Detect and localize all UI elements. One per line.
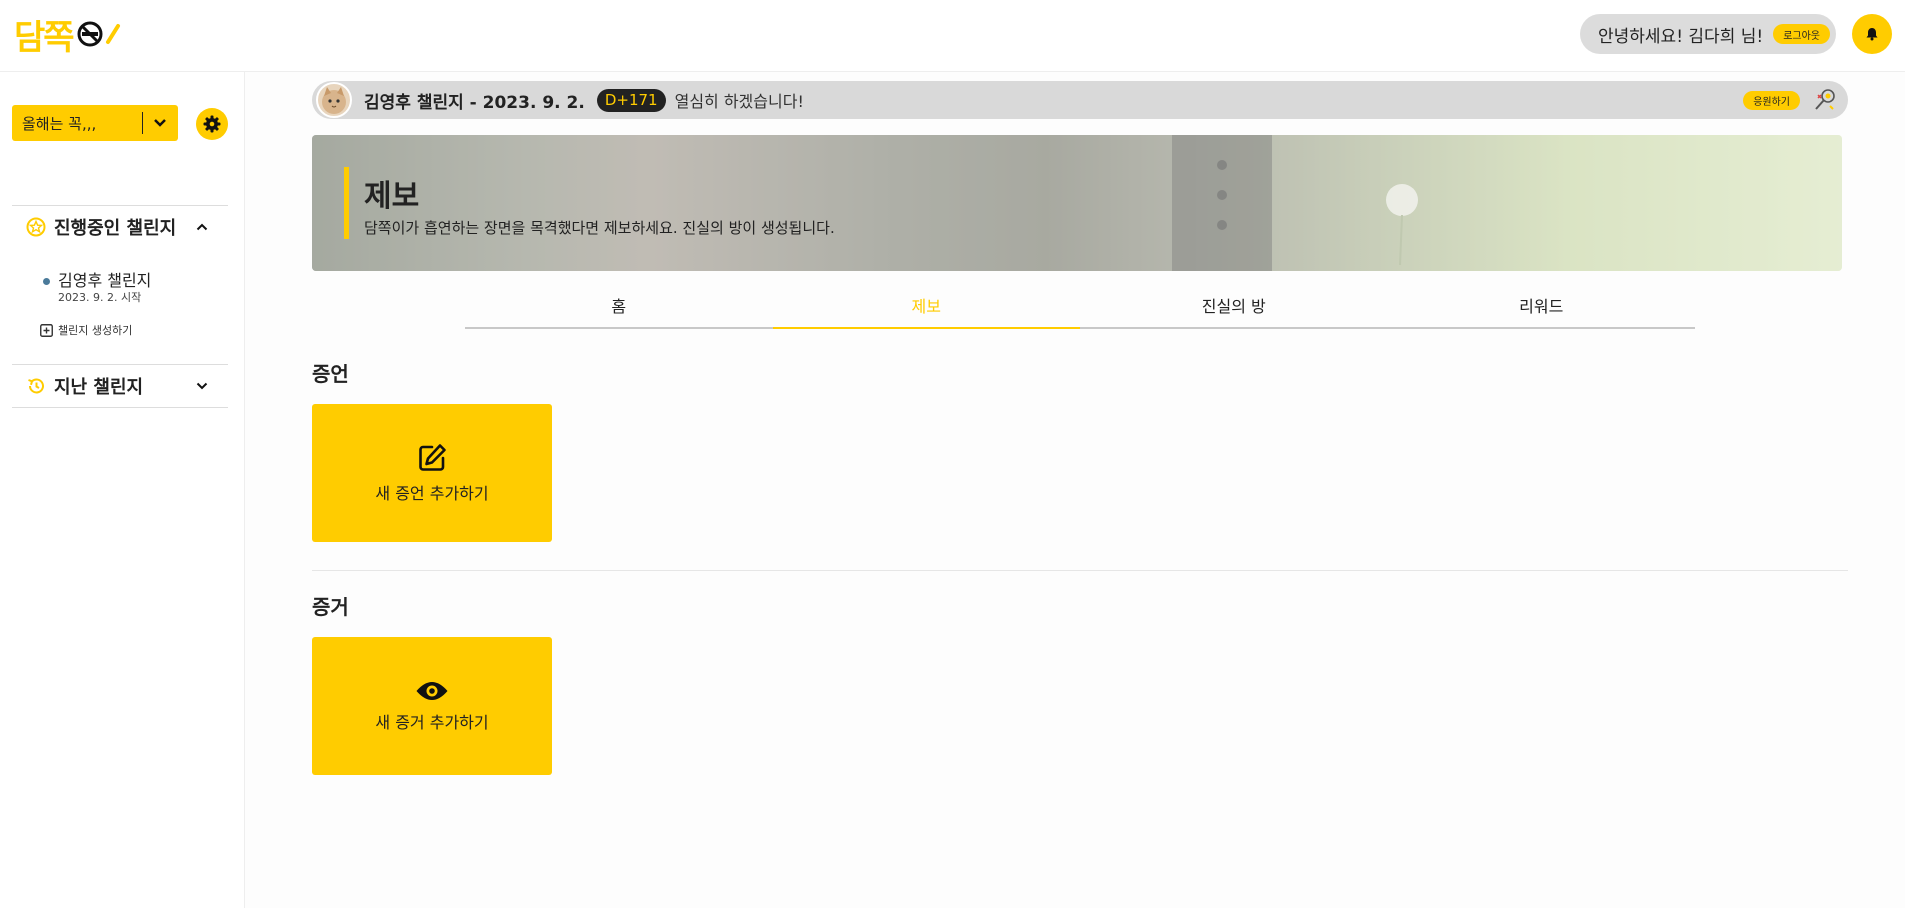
logout-button[interactable]: 로그아웃 (1773, 24, 1831, 44)
edit-icon (419, 444, 446, 471)
testimony-section-title: 증언 (312, 362, 349, 386)
create-challenge-button[interactable]: 챌린지 생성하기 (40, 322, 132, 338)
logo-accent-mark (105, 24, 120, 44)
challenge-list-item[interactable]: 김영후 챌린지 2023. 9. 2. 시작 (30, 267, 210, 307)
tab-reward[interactable]: 리워드 (1388, 283, 1696, 327)
evidence-section-title: 증거 (312, 595, 349, 619)
cheer-button[interactable]: 응원하기 (1743, 90, 1800, 110)
dday-badge: D+171 (596, 88, 666, 112)
sidebar: 올해는 꼭,,, 진행중인 챌린지 김영후 챌린지 2023. 9. 2. 시작… (0, 72, 245, 908)
tab-bar: 홈 제보 진실의 방 리워드 (465, 283, 1695, 329)
challenge-name: 김영후 챌린지 (58, 271, 152, 290)
challenge-message: 열심히 하겠습니다! (674, 92, 804, 111)
challenge-selector-label: 올해는 꼭,,, (22, 114, 97, 133)
bell-icon (1866, 28, 1878, 41)
page-subtitle: 담쪽이가 흡연하는 장면을 목격했다면 제보하세요. 진실의 방이 생성됩니다. (364, 219, 835, 237)
settings-button[interactable] (196, 108, 228, 140)
active-challenges-header[interactable]: 진행중인 챌린지 (12, 206, 228, 248)
tab-report[interactable]: 제보 (772, 283, 1081, 329)
notification-button[interactable] (1852, 14, 1892, 54)
no-smoking-icon (77, 21, 103, 47)
eye-icon (416, 682, 448, 700)
banner-overlay (312, 135, 1842, 271)
page-banner: 제보 담쪽이가 흡연하는 장면을 목격했다면 제보하세요. 진실의 방이 생성됩… (312, 135, 1842, 271)
logo-text: 담쪽 (14, 17, 75, 58)
past-challenges-label: 지난 챌린지 (54, 377, 144, 398)
status-dot (43, 278, 50, 285)
plus-square-icon (40, 323, 53, 337)
history-icon (28, 378, 44, 394)
add-testimony-label: 새 증언 추가하기 (375, 484, 489, 503)
cheer-icon[interactable] (1812, 87, 1838, 113)
tab-home[interactable]: 홈 (465, 283, 773, 327)
challenge-title: 김영후 챌린지 - 2023. 9. 2. (364, 92, 585, 113)
greeting-text: 안녕하세요! 김다희 님! (1598, 26, 1764, 47)
challenge-announcement-bar: 김영후 챌린지 - 2023. 9. 2. D+171 열심히 하겠습니다! 응… (312, 81, 1848, 119)
section-divider (312, 570, 1848, 571)
challenge-selector[interactable]: 올해는 꼭,,, (12, 105, 178, 141)
chevron-up-icon (190, 223, 214, 231)
create-challenge-label: 챌린지 생성하기 (58, 324, 133, 337)
add-evidence-button[interactable]: 새 증거 추가하기 (312, 637, 552, 775)
past-challenges-header[interactable]: 지난 챌린지 (12, 365, 228, 407)
gear-icon (203, 115, 221, 133)
banner-accent-bar (344, 167, 349, 239)
past-challenges-section: 지난 챌린지 (12, 364, 228, 408)
top-bar: 담쪽 안녕하세요! 김다희 님! 로그아웃 (0, 0, 1905, 72)
add-evidence-label: 새 증거 추가하기 (375, 713, 489, 732)
tab-truth-room[interactable]: 진실의 방 (1080, 283, 1388, 327)
add-testimony-button[interactable]: 새 증언 추가하기 (312, 404, 552, 542)
chevron-down-icon (190, 382, 214, 390)
challenge-start-date: 2023. 9. 2. 시작 (58, 291, 142, 304)
user-greeting: 안녕하세요! 김다희 님! 로그아웃 (1580, 14, 1836, 54)
avatar (316, 82, 352, 118)
app-logo[interactable]: 담쪽 (14, 12, 122, 58)
active-challenges-label: 진행중인 챌린지 (54, 218, 177, 239)
chevron-down-icon (143, 118, 177, 128)
star-icon (26, 217, 46, 237)
page-title: 제보 (364, 179, 420, 214)
